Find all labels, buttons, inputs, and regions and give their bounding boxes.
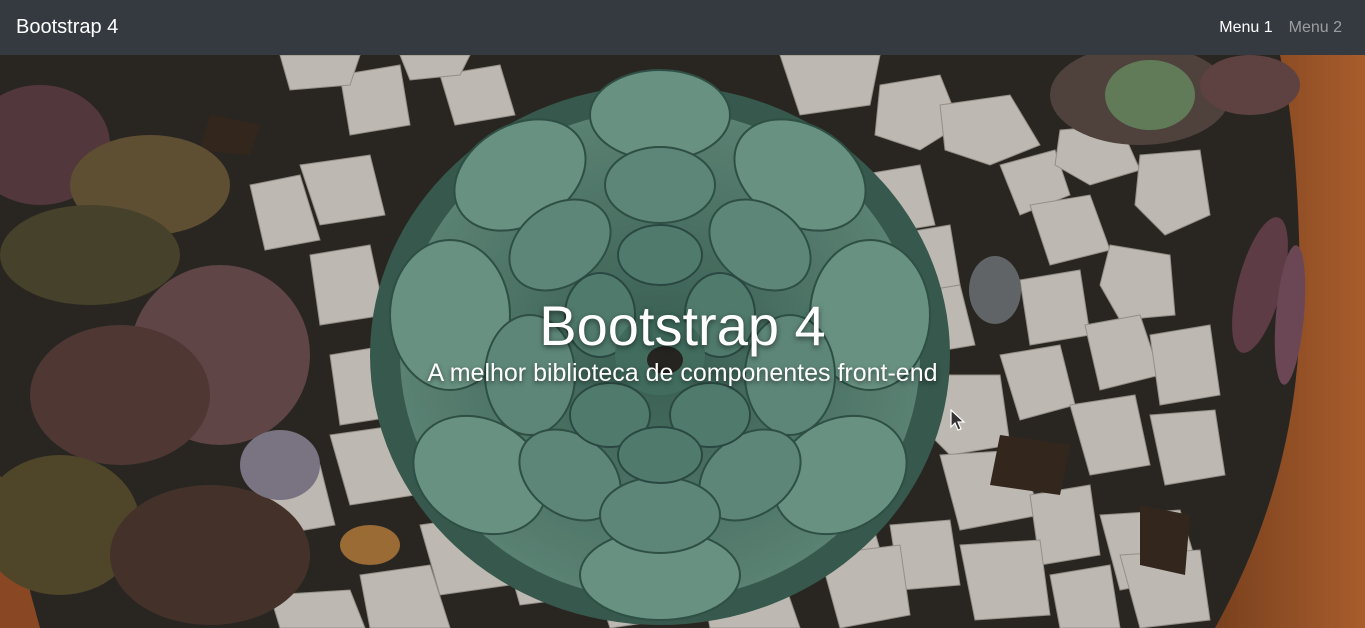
hero-subtitle: A melhor biblioteca de componentes front… [427, 358, 938, 387]
hero-section: Bootstrap 4 A melhor biblioteca de compo… [0, 55, 1365, 628]
hero-caption: Bootstrap 4 A melhor biblioteca de compo… [0, 55, 1365, 628]
nav-link-menu-1[interactable]: Menu 1 [1219, 19, 1272, 37]
hero-title: Bootstrap 4 [539, 294, 826, 358]
navbar: Bootstrap 4 Menu 1 Menu 2 [0, 0, 1365, 55]
nav-link-menu-2[interactable]: Menu 2 [1289, 19, 1342, 37]
navbar-brand[interactable]: Bootstrap 4 [16, 16, 118, 39]
nav-links: Menu 1 Menu 2 [1219, 19, 1342, 37]
mouse-cursor-icon [950, 409, 966, 431]
